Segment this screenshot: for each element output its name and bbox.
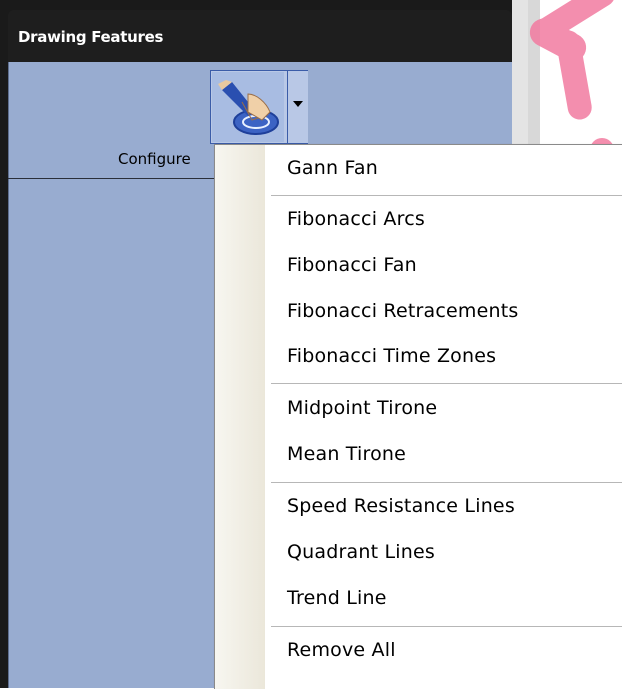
configure-label: Configure (118, 150, 191, 168)
menu-icon-gutter (215, 145, 265, 689)
drawing-features-menu: Gann Fan Fibonacci Arcs Fibonacci Fan Fi… (214, 144, 622, 689)
menu-item-midpoint-tirone[interactable]: Midpoint Tirone (287, 397, 437, 419)
drawing-hand-pen-icon[interactable] (212, 72, 284, 142)
menu-item-remove-all[interactable]: Remove All (287, 639, 396, 661)
menu-separator (271, 195, 622, 196)
menu-item-mean-tirone[interactable]: Mean Tirone (287, 443, 406, 465)
menu-item-fibonacci-fan[interactable]: Fibonacci Fan (287, 254, 417, 276)
panel-title: Drawing Features (18, 28, 164, 46)
menu-item-gann-fan[interactable]: Gann Fan (287, 157, 378, 179)
menu-item-trend-line[interactable]: Trend Line (287, 587, 387, 609)
menu-separator (271, 482, 622, 483)
drawing-tool-button[interactable] (210, 70, 308, 144)
menu-item-fibonacci-time-zones[interactable]: Fibonacci Time Zones (287, 345, 496, 367)
dropdown-arrow-icon (293, 101, 303, 107)
menu-item-fibonacci-arcs[interactable]: Fibonacci Arcs (287, 208, 425, 230)
menu-item-quadrant-lines[interactable]: Quadrant Lines (287, 541, 435, 563)
menu-item-speed-resistance-lines[interactable]: Speed Resistance Lines (287, 495, 515, 517)
dropdown-arrow-button[interactable] (287, 71, 308, 143)
menu-separator (271, 383, 622, 384)
menu-separator (271, 626, 622, 627)
menu-item-fibonacci-retracements[interactable]: Fibonacci Retracements (287, 300, 518, 322)
